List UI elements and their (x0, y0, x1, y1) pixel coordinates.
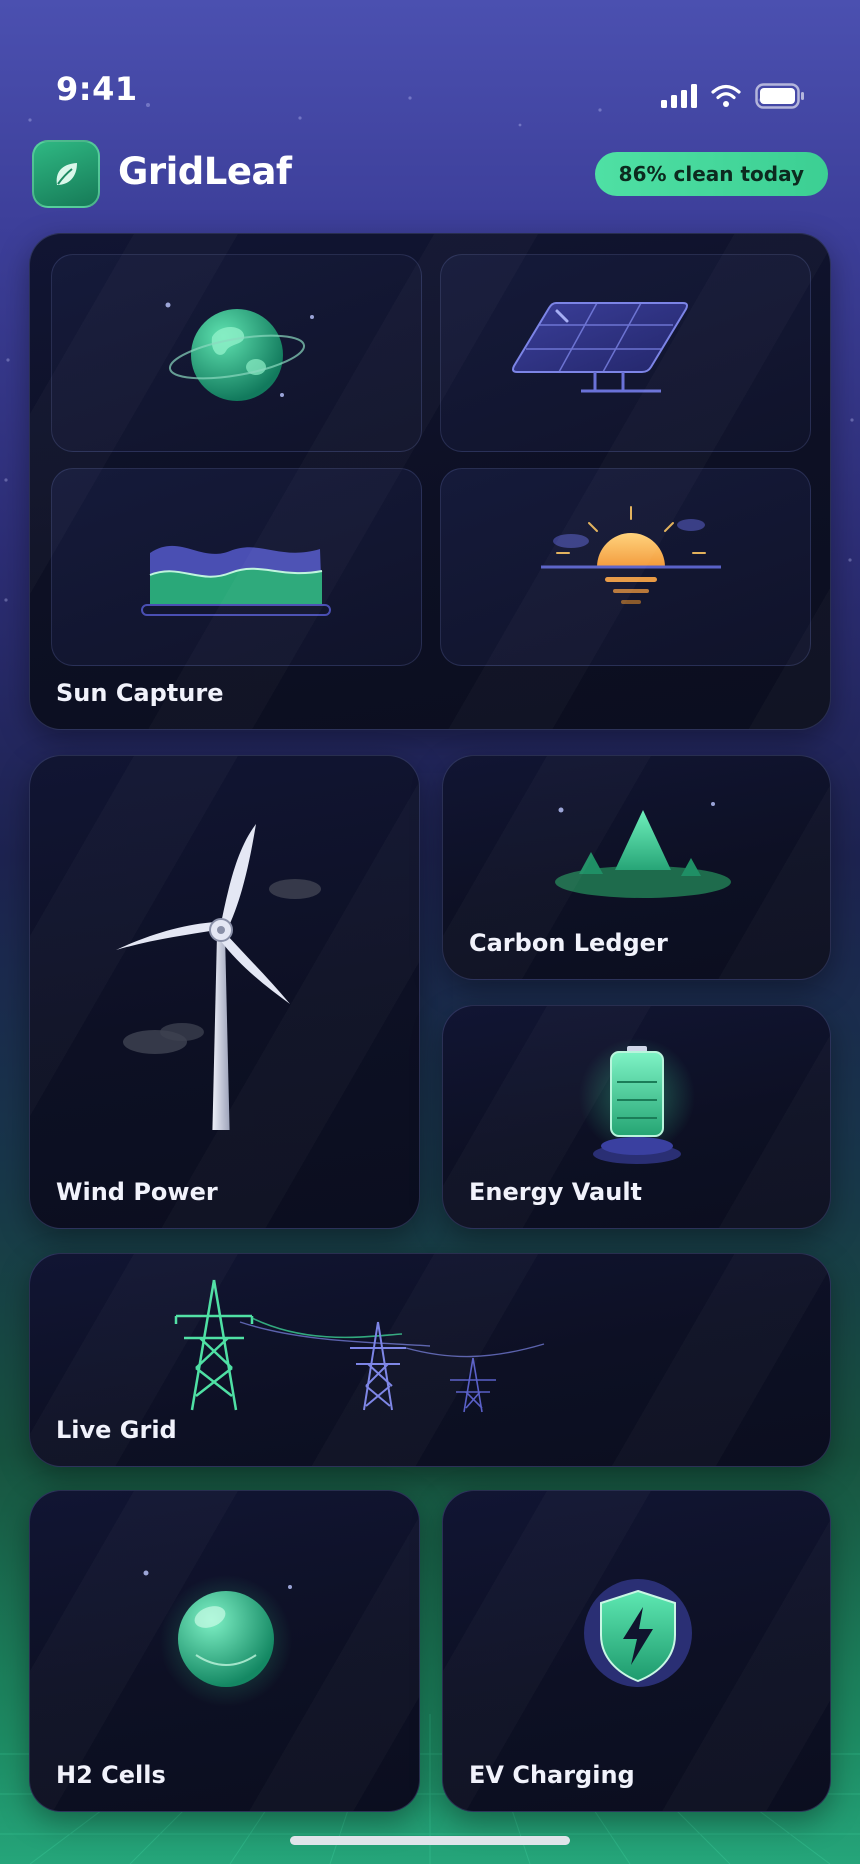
carbon-ledger-card[interactable]: Carbon Ledger (442, 755, 831, 980)
sun-capture-card[interactable]: Sun Capture (29, 233, 831, 730)
planet-tile[interactable] (51, 254, 422, 452)
ev-charging-label: EV Charging (469, 1761, 635, 1789)
ev-charging-card[interactable]: EV Charging (442, 1490, 831, 1812)
app-header: GridLeaf 86% clean today (32, 140, 828, 208)
carbon-ledger-label: Carbon Ledger (469, 929, 668, 957)
solar-panel-icon (512, 302, 688, 393)
live-grid-label: Live Grid (56, 1416, 177, 1444)
planet-icon (165, 302, 314, 401)
leaf-icon (56, 163, 77, 185)
status-time: 9:41 (56, 70, 138, 108)
wind-turbine-icon (116, 824, 321, 1130)
sun-capture-label: Sun Capture (56, 679, 224, 707)
area-chart-icon (141, 545, 331, 616)
clean-energy-badge[interactable]: 86% clean today (594, 152, 828, 196)
charging-shield-icon (584, 1579, 692, 1687)
app-title: GridLeaf (118, 150, 292, 193)
wifi-icon (711, 84, 741, 107)
h2-cells-label: H2 Cells (56, 1761, 166, 1789)
live-grid-card[interactable]: Live Grid (29, 1253, 831, 1467)
energy-vault-label: Energy Vault (469, 1178, 643, 1206)
h2-cells-card[interactable]: H2 Cells (29, 1490, 420, 1812)
hydrogen-sphere-icon (143, 1570, 292, 1707)
cellular-signal-icon (661, 84, 697, 108)
solar-panel-tile[interactable] (440, 254, 811, 452)
battery-cell-icon (579, 1038, 695, 1164)
status-bar: 9:41 (0, 0, 860, 110)
sunset-icon (541, 506, 721, 604)
sunset-tile[interactable] (440, 468, 811, 666)
battery-icon (755, 83, 804, 109)
home-indicator[interactable] (290, 1836, 570, 1845)
power-lines-icon (174, 1279, 545, 1413)
wind-power-label: Wind Power (56, 1178, 218, 1206)
system-icons (661, 82, 805, 110)
energy-vault-card[interactable]: Energy Vault (442, 1005, 831, 1229)
app-logo[interactable] (32, 140, 100, 208)
tree-island-icon (555, 802, 731, 898)
wind-power-card[interactable]: Wind Power (29, 755, 420, 1229)
area-chart-tile[interactable] (51, 468, 422, 666)
